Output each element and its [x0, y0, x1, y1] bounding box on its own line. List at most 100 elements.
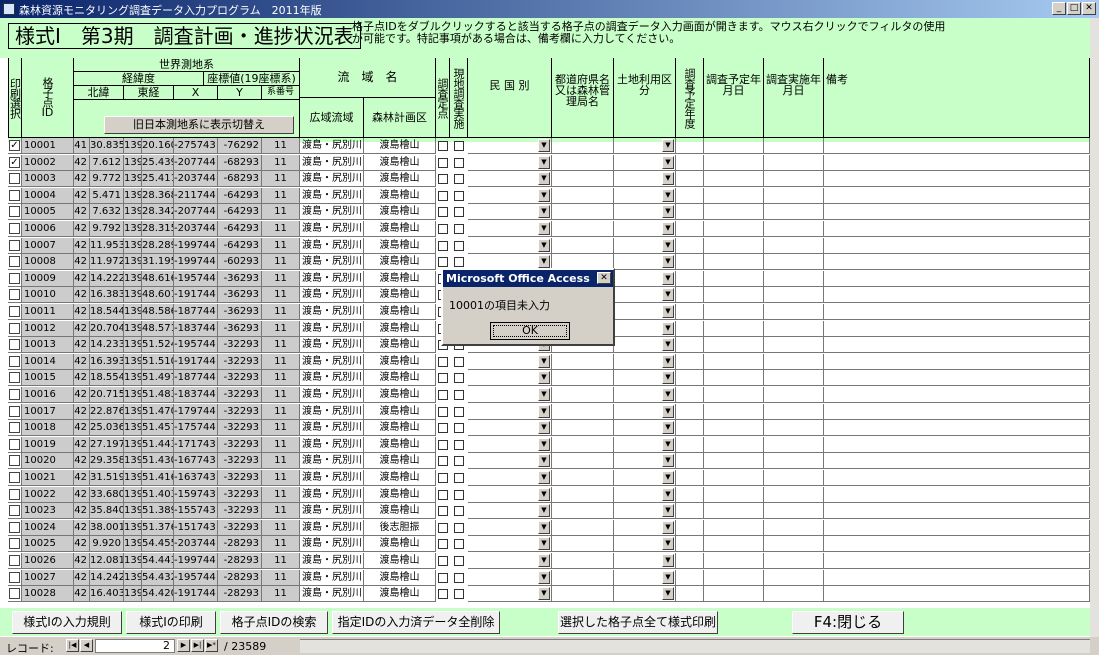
x-coord-cell[interactable]: -175744	[174, 420, 218, 437]
basin-cell[interactable]: 渡島・尻別川	[300, 237, 364, 254]
land-use-dropdown[interactable]: ▼	[614, 403, 676, 420]
lon-min-cell[interactable]: 20.160	[142, 138, 174, 154]
print-select-checkbox-cell[interactable]	[8, 221, 22, 237]
land-use-dropdown[interactable]: ▼	[614, 221, 676, 237]
table-row[interactable]: ✓ 10002 42 7.612 139 25.439 -207744 -68293 11 渡島・…	[8, 154, 1090, 171]
lat-min-cell[interactable]: 29.358	[90, 453, 124, 470]
y-coord-cell[interactable]: -32293	[218, 519, 262, 536]
remarks-field[interactable]	[824, 337, 1090, 354]
chevron-down-icon[interactable]: ▼	[662, 388, 674, 401]
plan-date-field[interactable]	[704, 353, 764, 370]
table-row[interactable]: 10016 42 20.715 139 51.483 -183744 -32293 11 渡島・…	[8, 387, 1090, 403]
print-select-checkbox-cell[interactable]	[8, 237, 22, 254]
current-record-field[interactable]: 2	[95, 639, 175, 653]
lon-deg-cell[interactable]: 139	[124, 171, 142, 188]
survey-point-checkbox[interactable]	[438, 473, 448, 483]
lat-deg-cell[interactable]: 42	[74, 519, 90, 536]
print-select-checkbox[interactable]	[9, 405, 20, 417]
lat-deg-cell[interactable]: 42	[74, 337, 90, 354]
plan-date-field[interactable]	[704, 187, 764, 204]
lat-deg-cell[interactable]: 42	[74, 436, 90, 453]
grid-id-cell[interactable]: 10014	[22, 353, 74, 370]
sysno-cell[interactable]: 11	[262, 254, 300, 271]
remarks-field[interactable]	[824, 187, 1090, 204]
plan-year-field[interactable]	[676, 519, 704, 536]
sysno-cell[interactable]: 11	[262, 221, 300, 237]
ownership-dropdown[interactable]: ▼	[468, 403, 552, 420]
prefecture-field[interactable]	[552, 221, 614, 237]
forest-plan-cell[interactable]: 渡島檜山	[364, 387, 436, 403]
lon-min-cell[interactable]: 51.403	[142, 486, 174, 503]
grid-id-cell[interactable]: 10013	[22, 337, 74, 354]
actual-date-field[interactable]	[764, 519, 824, 536]
lon-min-cell[interactable]: 48.571	[142, 320, 174, 337]
prefecture-field[interactable]	[552, 370, 614, 387]
chevron-down-icon[interactable]: ▼	[538, 520, 550, 534]
forest-plan-cell[interactable]: 渡島檜山	[364, 254, 436, 271]
grid-id-cell[interactable]: 10021	[22, 470, 74, 486]
print-select-checkbox-cell[interactable]	[8, 187, 22, 204]
lon-deg-cell[interactable]: 139	[124, 337, 142, 354]
forest-plan-cell[interactable]: 渡島檜山	[364, 536, 436, 553]
lon-min-cell[interactable]: 25.411	[142, 171, 174, 188]
survey-point-checkbox[interactable]	[438, 423, 448, 434]
x-coord-cell[interactable]: -171743	[174, 436, 218, 453]
plan-year-field[interactable]	[676, 586, 704, 603]
print-select-checkbox[interactable]	[9, 538, 20, 550]
chevron-down-icon[interactable]: ▼	[662, 155, 674, 169]
sysno-cell[interactable]: 11	[262, 353, 300, 370]
field-survey-checkbox[interactable]	[454, 506, 464, 517]
plan-date-field[interactable]	[704, 287, 764, 304]
remarks-field[interactable]	[824, 154, 1090, 171]
prefecture-field[interactable]	[552, 204, 614, 221]
actual-date-field[interactable]	[764, 403, 824, 420]
actual-date-field[interactable]	[764, 436, 824, 453]
print-select-checkbox[interactable]	[9, 206, 20, 218]
plan-year-field[interactable]	[676, 187, 704, 204]
plan-year-field[interactable]	[676, 503, 704, 520]
remarks-field[interactable]	[824, 436, 1090, 453]
table-row[interactable]: 10026 42 12.081 139 54.443 -199744 -28293 11 渡島・…	[8, 553, 1090, 569]
actual-date-field[interactable]	[764, 586, 824, 603]
x-coord-cell[interactable]: -207744	[174, 154, 218, 171]
field-survey-checkbox[interactable]	[454, 522, 464, 533]
lat-min-cell[interactable]: 7.632	[90, 204, 124, 221]
plan-year-field[interactable]	[676, 436, 704, 453]
x-coord-cell[interactable]: -211744	[174, 187, 218, 204]
prefecture-field[interactable]	[552, 486, 614, 503]
land-use-dropdown[interactable]: ▼	[614, 304, 676, 320]
dialog-ok-button[interactable]: OK	[490, 322, 570, 340]
lon-min-cell[interactable]: 54.420	[142, 586, 174, 603]
print-select-checkbox[interactable]	[9, 189, 20, 201]
remarks-field[interactable]	[824, 270, 1090, 287]
y-coord-cell[interactable]: -32293	[218, 486, 262, 503]
plan-date-field[interactable]	[704, 586, 764, 603]
survey-point-checkbox[interactable]	[438, 141, 448, 151]
y-coord-cell[interactable]: -32293	[218, 403, 262, 420]
lon-min-cell[interactable]: 54.455	[142, 536, 174, 553]
basin-cell[interactable]: 渡島・尻別川	[300, 187, 364, 204]
grid-id-cell[interactable]: 10022	[22, 486, 74, 503]
sysno-cell[interactable]: 11	[262, 536, 300, 553]
print-select-checkbox-cell[interactable]	[8, 553, 22, 569]
print-select-checkbox[interactable]	[9, 555, 20, 566]
lon-deg-cell[interactable]: 139	[124, 304, 142, 320]
plan-date-field[interactable]	[704, 553, 764, 569]
actual-date-field[interactable]	[764, 254, 824, 271]
basin-cell[interactable]: 渡島・尻別川	[300, 519, 364, 536]
sysno-cell[interactable]: 11	[262, 503, 300, 520]
print-select-checkbox-cell[interactable]	[8, 353, 22, 370]
grid-id-cell[interactable]: 10007	[22, 237, 74, 254]
print-select-checkbox-cell[interactable]	[8, 436, 22, 453]
table-row[interactable]: 10006 42 9.792 139 28.315 -203744 -64293 11 渡島・尻…	[8, 221, 1090, 237]
x-coord-cell[interactable]: -275743	[174, 138, 218, 154]
chevron-down-icon[interactable]: ▼	[538, 570, 550, 584]
sysno-cell[interactable]: 11	[262, 204, 300, 221]
remarks-field[interactable]	[824, 470, 1090, 486]
basin-cell[interactable]: 渡島・尻別川	[300, 553, 364, 569]
print-select-checkbox[interactable]	[9, 488, 20, 500]
print-select-checkbox-cell[interactable]	[8, 387, 22, 403]
sysno-cell[interactable]: 11	[262, 586, 300, 603]
y-coord-cell[interactable]: -32293	[218, 337, 262, 354]
survey-point-checkbox[interactable]	[438, 506, 448, 517]
